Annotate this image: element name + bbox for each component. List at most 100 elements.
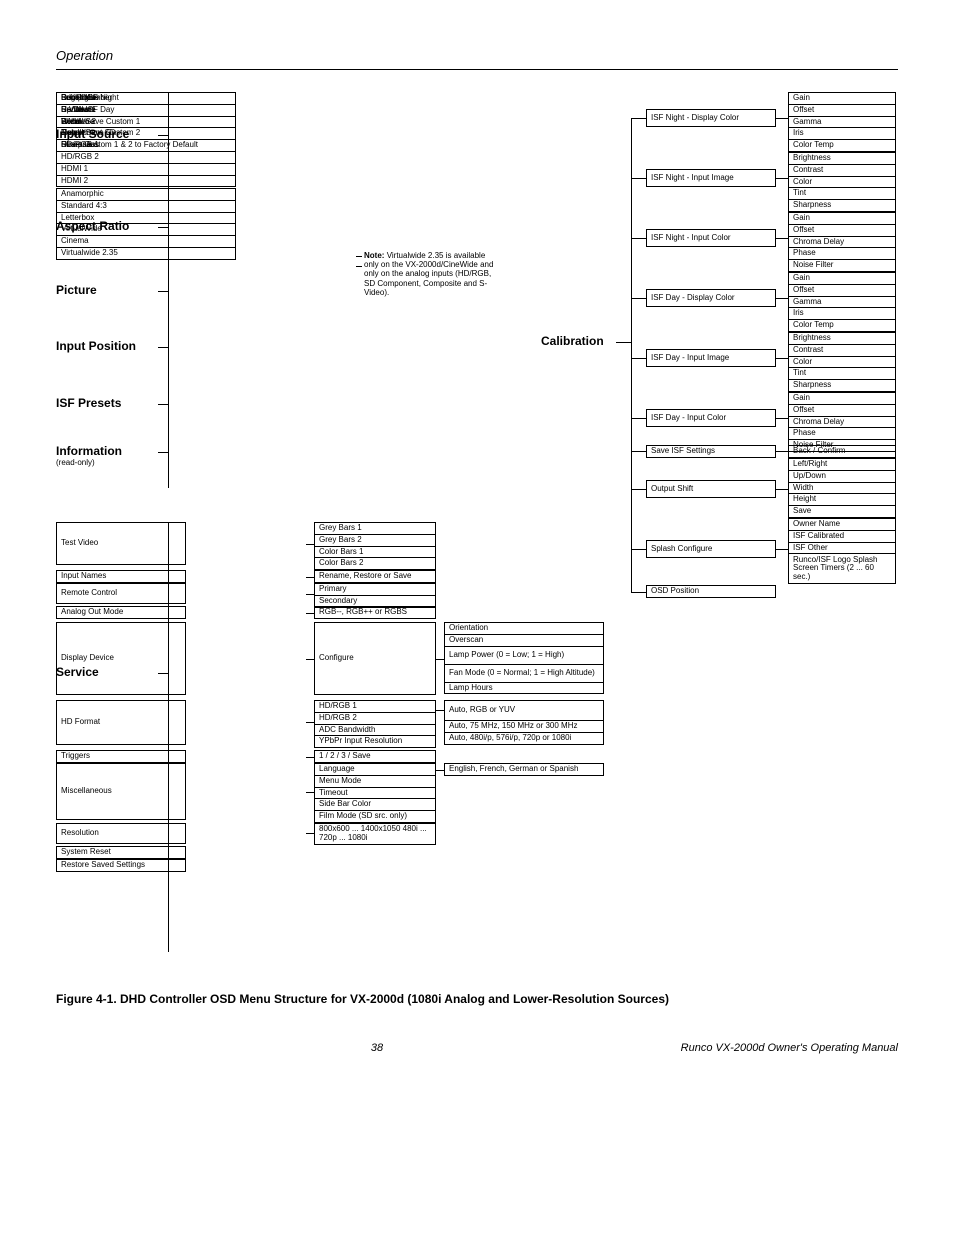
cell: Tint [789, 368, 896, 380]
cell: Save [789, 506, 896, 518]
cell: Color [789, 176, 896, 188]
cell: Film Mode (SD src. only) [315, 811, 436, 823]
svc-input-names-items: Rename, Restore or Save [314, 570, 436, 583]
page-number: 38 [176, 1042, 578, 1054]
cell: Analog Out Mode [57, 607, 186, 619]
cell: Offset [789, 224, 896, 236]
cal-items-2: Brightness Contrast Color Tint Sharpness [788, 152, 896, 212]
conn [776, 298, 788, 299]
cell: ISF Calibrated [789, 530, 896, 542]
cell: Fan Mode (0 = Normal; 1 = High Altitude) [445, 664, 604, 682]
cal-group-5: ISF Day - Input Image [646, 349, 776, 367]
cell: Auto, 480i/p, 576i/p, 720p or 1080i [445, 732, 604, 744]
label-picture: Picture [56, 284, 171, 297]
cal-brace-h [631, 592, 646, 593]
cell: Splash Configure [647, 541, 776, 558]
cell: Restore Saved Settings [57, 860, 186, 872]
cell: Iris [789, 308, 896, 320]
cell: Grey Bars 2 [315, 534, 436, 546]
svc-display-configure: Configure [314, 622, 436, 695]
conn [306, 792, 314, 793]
svc-system-reset: System Reset [56, 846, 186, 859]
svc-triggers: Triggers [56, 750, 186, 763]
svc-display-device: Display Device [56, 622, 186, 695]
label-information: Information [56, 445, 171, 458]
brace [168, 260, 169, 320]
cal-brace-h [631, 418, 646, 419]
cell: Language [315, 764, 436, 776]
cell: ISF Day - Input Image [647, 350, 776, 367]
cell: Orientation [445, 623, 604, 635]
note-body: Virtualwide 2.35 is available only on th… [364, 251, 493, 297]
conn [776, 238, 788, 239]
information-table: Serial Number Hardware Firmware Date [56, 92, 236, 140]
cell: Contrast [789, 344, 896, 356]
cell: Up/Down [789, 470, 896, 482]
cell: ISF Other [789, 542, 896, 554]
conn [306, 594, 314, 595]
cell: Hardware [57, 104, 236, 116]
brace [168, 380, 169, 440]
cell: Offset [789, 284, 896, 296]
conn [776, 178, 788, 179]
conn [436, 770, 444, 771]
cell: Chroma Delay [789, 416, 896, 428]
cell: Color Bars 2 [315, 558, 436, 570]
conn [776, 451, 788, 452]
svc-display-items: Orientation Overscan Lamp Power (0 = Low… [444, 622, 604, 694]
cell: Primary [315, 584, 436, 596]
cell: Auto, RGB or YUV [445, 701, 604, 721]
cell: Gain [789, 393, 896, 405]
cell: Letterbox [57, 212, 236, 224]
svc-triggers-items: 1 / 2 / 3 / Save [314, 750, 436, 763]
brace-in [158, 135, 168, 136]
cell: Tint [789, 188, 896, 200]
cell: Color Temp [789, 140, 896, 152]
conn [436, 710, 444, 711]
brace [168, 320, 169, 380]
cell: Phase [789, 248, 896, 260]
cell: Triggers [57, 751, 186, 763]
cell: Overscan [445, 634, 604, 646]
cell: Width [789, 482, 896, 494]
cell: Color Temp [789, 320, 896, 332]
svc-misc-sub: Language Menu Mode Timeout Side Bar Colo… [314, 763, 436, 823]
svc-remote-items: Primary Secondary [314, 583, 436, 608]
aspect-ratio-table: Anamorphic Standard 4:3 Letterbox Virtua… [56, 188, 236, 260]
cell: Phase [789, 428, 896, 440]
svc-misc: Miscellaneous [56, 763, 186, 820]
cal-brace-h [631, 298, 646, 299]
cell: Gain [789, 93, 896, 105]
footer-manual-title: Runco VX-2000d Owner's Operating Manual [578, 1042, 898, 1054]
svc-remote: Remote Control [56, 583, 186, 604]
brace-in [158, 452, 168, 453]
cal-brace-h [631, 358, 646, 359]
cal-group-10: OSD Position [646, 585, 776, 598]
cell: Chroma Delay [789, 236, 896, 248]
cell: Offset [789, 404, 896, 416]
svc-restore: Restore Saved Settings [56, 859, 186, 872]
cell: Display Device [57, 623, 186, 695]
cell: VirtualWide [57, 224, 236, 236]
cal-brace-h [631, 549, 646, 550]
cell: Input Names [57, 571, 186, 583]
cal-items-9: Owner Name ISF Calibrated ISF Other Runc… [788, 518, 896, 584]
cal-group-1: ISF Night - Display Color [646, 109, 776, 127]
cell: Test Video [57, 523, 186, 565]
svc-resolution: Resolution [56, 823, 186, 844]
conn [776, 489, 788, 490]
cell: Grey Bars 1 [315, 523, 436, 535]
cell: HDMI 1 [57, 163, 236, 175]
cell: ISF Night - Display Color [647, 110, 776, 127]
cal-group-9: Splash Configure [646, 540, 776, 558]
cell: Output Shift [647, 481, 776, 498]
label-calibration: Calibration [541, 335, 656, 348]
section-header: Operation [56, 48, 898, 63]
cal-items-7: Back / Confirm [788, 445, 896, 458]
cal-items-5: Brightness Contrast Color Tint Sharpness [788, 332, 896, 392]
cell: YPbPr Input Resolution [315, 736, 436, 748]
conn [306, 659, 314, 660]
cal-group-2: ISF Night - Input Image [646, 169, 776, 187]
cell: Resolution [57, 824, 186, 844]
cell: Firmware [57, 116, 236, 128]
